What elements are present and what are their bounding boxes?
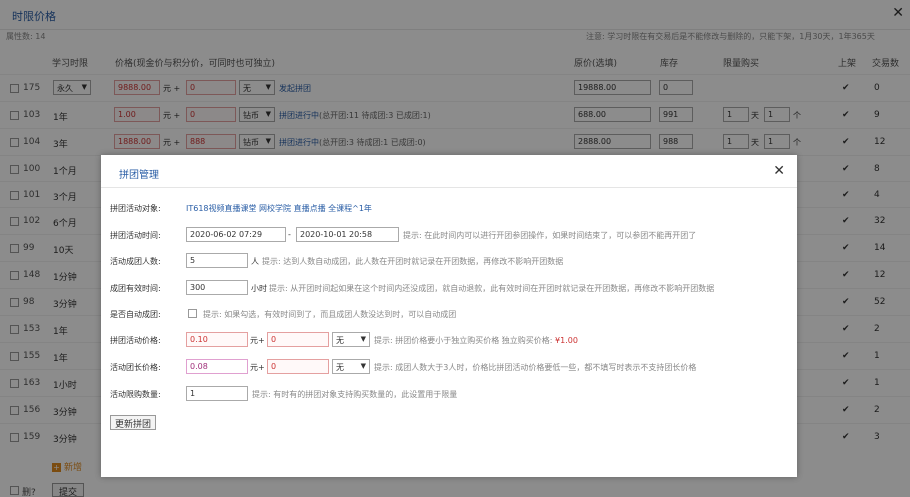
limit-tip: 提示: 有时有的拼团对象支持购买数量的，此设置用于限量 [252, 390, 458, 399]
leader-price-row: 活动团长价格: 0.08 元+ 0 无 ▼ 提示: 成团人数大于3人时，价格比拼团… [101, 354, 797, 380]
leader-price-input[interactable]: 0.08 [186, 359, 248, 374]
chevron-down-icon: ▼ [360, 362, 366, 370]
time-tip: 提示: 在此时间内可以进行开团参团操作，如果时间结束了，可以参团不能再开团了 [403, 231, 697, 240]
close-icon[interactable]: ✕ [773, 163, 785, 179]
chevron-down-icon: ▼ [360, 335, 366, 343]
auto-checkbox[interactable] [188, 309, 197, 318]
leader-points-type-select[interactable]: 无 ▼ [332, 359, 370, 374]
modal-header: 拼团管理 ✕ [101, 155, 797, 188]
valid-unit: 小时 [251, 284, 267, 293]
group-points-type-select[interactable]: 无 ▼ [332, 332, 370, 347]
people-row: 活动成团人数: 5 人 提示: 达到人数自动成团，此人数在开团时就记录在开团数据… [101, 248, 797, 274]
price-tip: 提示: 拼团价格要小于独立购买价格 独立购买价格: ¥1.00 [374, 336, 578, 345]
object-link[interactable]: IT618视频直播课堂 网校学院 直播点播 全课程^1年 [186, 203, 372, 214]
leader-points-input[interactable]: 0 [267, 359, 329, 374]
valid-tip: 提示: 从开团时间起如果在这个时间内还没成团，就自动退款，此有效时间在开团时就记… [269, 284, 715, 293]
people-tip: 提示: 达到人数自动成团，此人数在开团时就记录在开团数据，再修改不影响开团数据 [262, 257, 564, 266]
limit-qty-input[interactable]: 1 [186, 386, 248, 401]
update-group-button[interactable]: 更新拼团 [110, 415, 157, 430]
object-label: 拼团活动对象: [110, 204, 161, 213]
leader-label: 活动团长价格: [110, 363, 161, 372]
group-price-input[interactable]: 0.10 [186, 332, 248, 347]
auto-tip: 提示: 如果勾选，有效时间到了，而且成团人数没达到时，可以自动成团 [203, 310, 457, 319]
leader-tip: 提示: 成团人数大于3人时，价格比拼团活动价格要低一些，都不填写时表示不支持团长… [374, 363, 697, 372]
people-label: 活动成团人数: [110, 257, 161, 266]
valid-time-row: 成团有效时间: 300 小时 提示: 从开团时间起如果在这个时间内还没成团，就自… [101, 275, 797, 301]
limit-row: 活动限购数量: 1 提示: 有时有的拼团对象支持购买数量的，此设置用于限量 [101, 381, 797, 407]
price-yuan: 元+ [250, 336, 265, 345]
limit-label: 活动限购数量: [110, 390, 161, 399]
valid-label: 成团有效时间: [110, 284, 161, 293]
time-label: 拼团活动时间: [110, 231, 161, 240]
people-input[interactable]: 5 [186, 253, 248, 268]
price-row: 拼团活动价格: 0.10 元+ 0 无 ▼ 提示: 拼团价格要小于独立购买价格 独… [101, 327, 797, 353]
object-row: 拼团活动对象: IT618视频直播课堂 网校学院 直播点播 全课程^1年 [101, 195, 797, 221]
group-buy-modal: 拼团管理 ✕ 拼团活动对象: IT618视频直播课堂 网校学院 直播点播 全课程… [101, 155, 797, 477]
time-row: 拼团活动时间: 2020-06-02 07:29 - 2020-10-01 20… [101, 222, 797, 248]
modal-title: 拼团管理 [119, 170, 159, 181]
auto-label: 是否自动成团: [110, 310, 161, 319]
valid-time-input[interactable]: 300 [186, 280, 248, 295]
time-separator: - [288, 230, 291, 239]
end-time-input[interactable]: 2020-10-01 20:58 [296, 227, 399, 242]
group-points-input[interactable]: 0 [267, 332, 329, 347]
price-label: 拼团活动价格: [110, 336, 161, 345]
people-unit: 人 [251, 257, 259, 266]
start-time-input[interactable]: 2020-06-02 07:29 [186, 227, 286, 242]
auto-row: 是否自动成团: 提示: 如果勾选，有效时间到了，而且成团人数没达到时，可以自动成… [101, 301, 797, 327]
leader-yuan: 元+ [250, 363, 265, 372]
